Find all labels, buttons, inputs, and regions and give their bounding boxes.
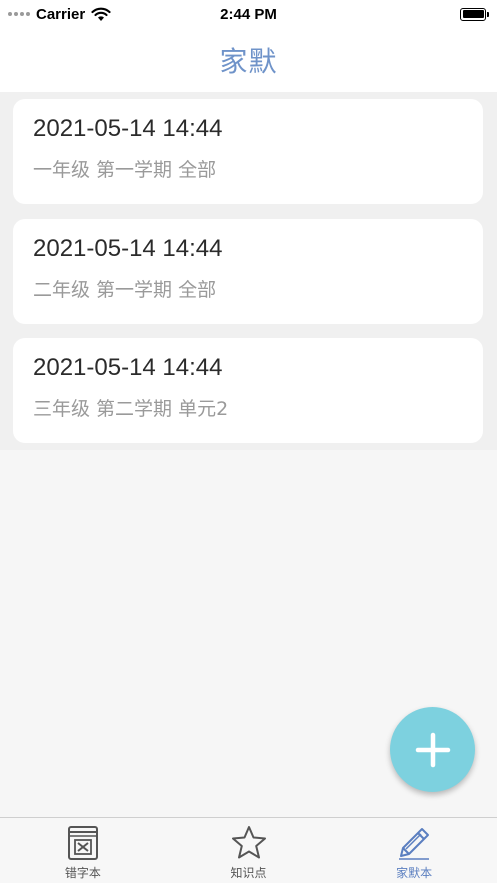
record-detail: 一年级 第一学期 全部 [33, 159, 217, 181]
record-card[interactable]: 2021-05-14 14:44 三年级 第二学期 单元2 [13, 338, 483, 443]
page-title: 家默 [219, 45, 278, 78]
carrier-label: Carrier [36, 5, 86, 23]
record-datetime: 2021-05-14 14:44 [33, 235, 223, 262]
tab-label: 知识点 [230, 866, 267, 880]
pencil-icon [399, 828, 430, 860]
plus-icon [415, 732, 450, 767]
wrong-book-icon [67, 826, 98, 860]
record-card[interactable]: 2021-05-14 14:44 一年级 第一学期 全部 [13, 99, 483, 204]
record-detail: 二年级 第一学期 全部 [33, 279, 217, 301]
record-datetime: 2021-05-14 14:44 [33, 115, 223, 142]
tab-knowledge[interactable]: 知识点 [166, 818, 332, 883]
tab-label: 家默本 [396, 866, 433, 880]
record-card[interactable]: 2021-05-14 14:44 二年级 第一学期 全部 [13, 219, 483, 324]
tab-bar: 错字本 知识点 家默本 [0, 817, 497, 883]
tab-dictation[interactable]: 家默本 [331, 818, 497, 883]
add-record-button[interactable] [390, 707, 475, 792]
tab-label: 错字本 [64, 866, 101, 880]
nav-bar: 家默 [0, 28, 497, 92]
signal-icon [8, 12, 30, 16]
tab-wrong-book[interactable]: 错字本 [0, 818, 166, 883]
star-icon [231, 826, 266, 859]
wifi-icon [91, 7, 111, 21]
status-bar: Carrier 2:44 PM [0, 0, 497, 28]
record-list: 2021-05-14 14:44 一年级 第一学期 全部 2021-05-14 … [0, 92, 497, 450]
record-datetime: 2021-05-14 14:44 [33, 354, 223, 381]
status-left: Carrier [8, 6, 111, 23]
battery-icon [460, 7, 489, 21]
record-detail: 三年级 第二学期 单元2 [33, 398, 229, 420]
